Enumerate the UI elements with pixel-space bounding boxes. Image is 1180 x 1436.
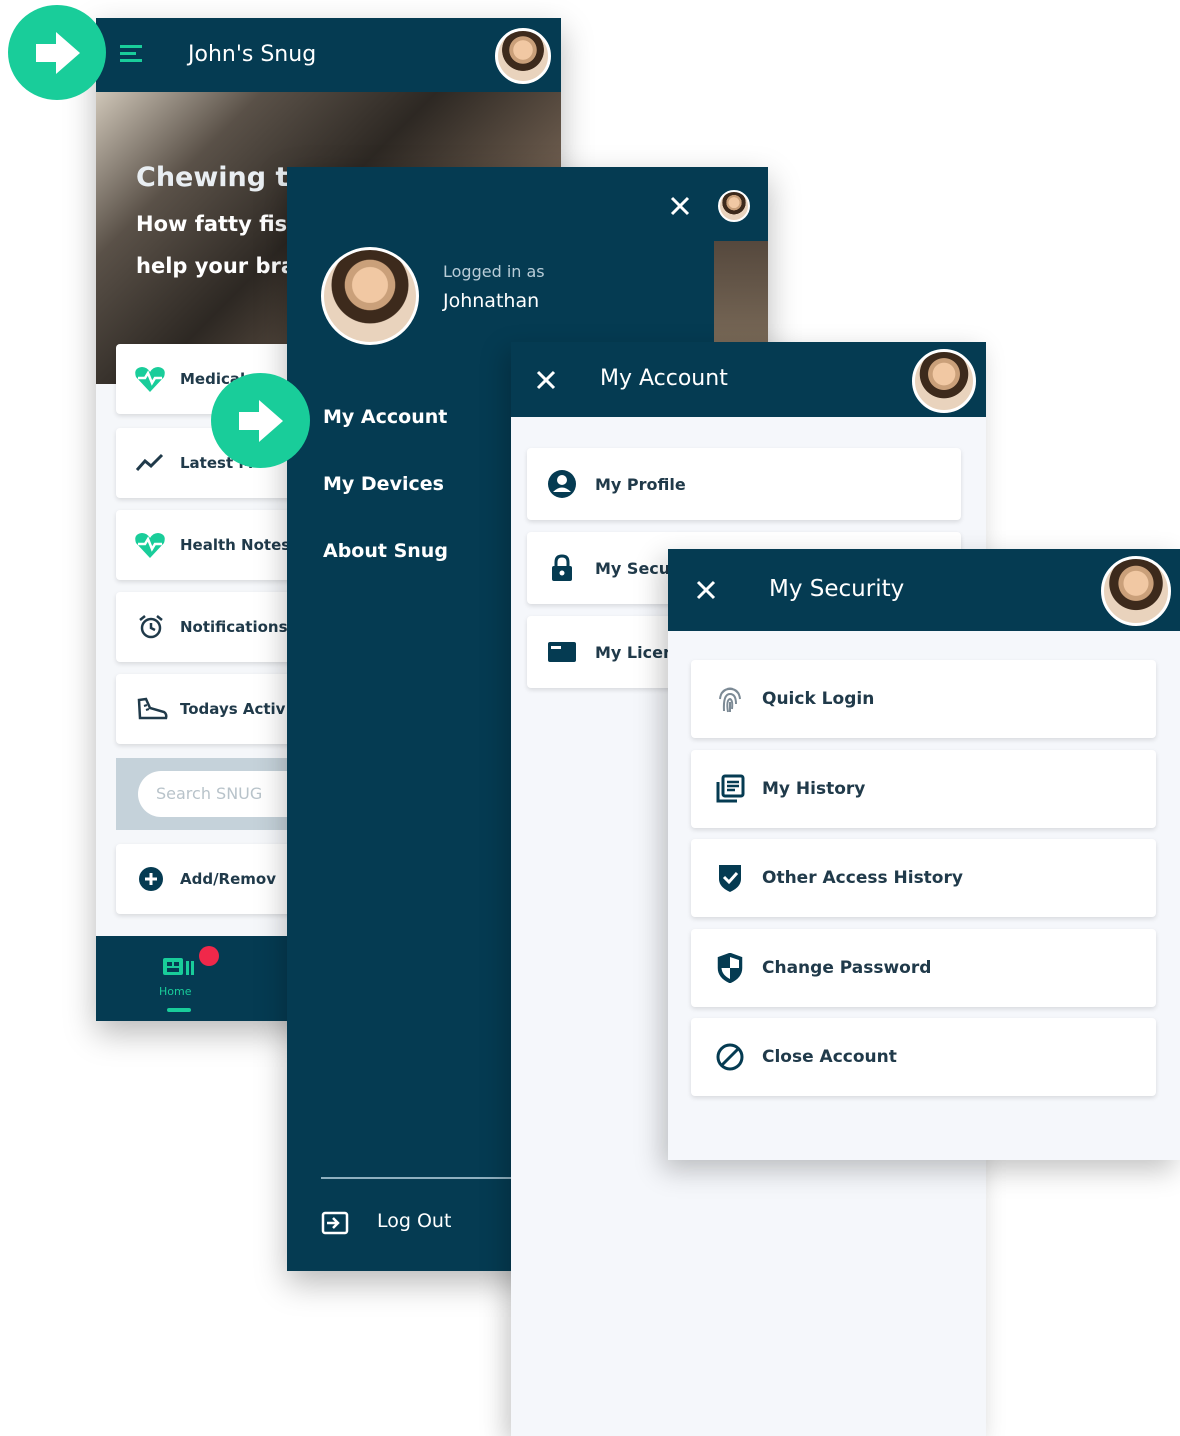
close-icon[interactable] (670, 196, 690, 216)
logged-in-caption: Logged in as (443, 262, 545, 281)
hero-headline: Chewing t (136, 162, 289, 193)
plus-circle-icon (139, 867, 163, 891)
shield-check-icon (719, 865, 741, 892)
profile-avatar (321, 247, 419, 345)
license-card-icon (548, 642, 576, 662)
security-title: My Security (769, 576, 905, 602)
user-circle-icon (548, 470, 576, 498)
home-header: John's Snug (96, 18, 561, 92)
security-item-label: Other Access History (762, 868, 963, 888)
security-header: My Security (668, 549, 1180, 631)
fingerprint-icon (719, 687, 741, 713)
security-item-change-password[interactable]: Change Password (691, 929, 1156, 1007)
account-item-my-profile[interactable]: My Profile (527, 448, 961, 520)
arrow-right-icon (239, 400, 283, 442)
security-item-label: Change Password (762, 958, 932, 978)
padlock-icon (552, 554, 572, 581)
flow-arrow-badge-2 (211, 373, 310, 468)
security-item-other-access-history[interactable]: Other Access History (691, 839, 1156, 917)
flow-arrow-badge-1 (8, 5, 106, 100)
hero-subline-2: help your bra (136, 254, 296, 278)
home-card-label: Notifications (180, 618, 288, 636)
logout-icon (321, 1211, 349, 1235)
home-card-label: Todays Activ (180, 700, 286, 718)
shield-half-icon (717, 953, 743, 983)
drawer-item-my-devices[interactable]: My Devices (323, 473, 444, 495)
security-item-close-account[interactable]: Close Account (691, 1018, 1156, 1096)
logout-button[interactable]: Log Out (377, 1210, 451, 1232)
drawer-item-about-snug[interactable]: About Snug (323, 540, 448, 562)
heart-monitor-icon (135, 533, 165, 558)
add-remove-label: Add/Remov (180, 870, 276, 888)
history-list-icon (716, 774, 745, 803)
user-avatar[interactable] (1101, 556, 1171, 626)
close-icon[interactable] (696, 580, 716, 600)
account-item-label: My Licen (595, 642, 675, 662)
account-header: My Account (511, 342, 986, 417)
alarm-clock-icon (139, 615, 163, 639)
hero-subline-1: How fatty fis (136, 212, 288, 236)
heart-monitor-icon (135, 367, 165, 392)
trend-line-icon (136, 453, 164, 471)
drawer-item-my-account[interactable]: My Account (323, 406, 447, 428)
home-tab-icon[interactable] (162, 956, 196, 978)
user-avatar-small[interactable] (718, 190, 750, 222)
account-title: My Account (600, 366, 728, 391)
arrow-right-icon (36, 32, 80, 74)
hamburger-menu-icon[interactable] (120, 44, 146, 64)
notification-dot (199, 946, 219, 966)
user-avatar[interactable] (495, 28, 551, 84)
home-tab-label[interactable]: Home (159, 985, 191, 998)
security-item-label: Close Account (762, 1047, 897, 1067)
account-item-label: My Profile (595, 474, 686, 494)
security-item-label: Quick Login (762, 689, 875, 709)
security-screen: My Security Quick Login My History Other… (668, 549, 1180, 1160)
user-avatar[interactable] (912, 349, 976, 413)
security-item-label: My History (762, 779, 866, 799)
block-icon (716, 1043, 744, 1071)
running-shoe-icon (137, 697, 168, 720)
security-item-my-history[interactable]: My History (691, 750, 1156, 828)
home-title: John's Snug (188, 42, 317, 67)
active-tab-indicator (167, 1008, 191, 1012)
security-item-quick-login[interactable]: Quick Login (691, 660, 1156, 738)
home-card-label: Health Notes (180, 536, 291, 554)
close-icon[interactable] (536, 370, 556, 390)
account-item-label: My Secu (595, 558, 671, 578)
logged-in-username: Johnathan (443, 290, 540, 312)
